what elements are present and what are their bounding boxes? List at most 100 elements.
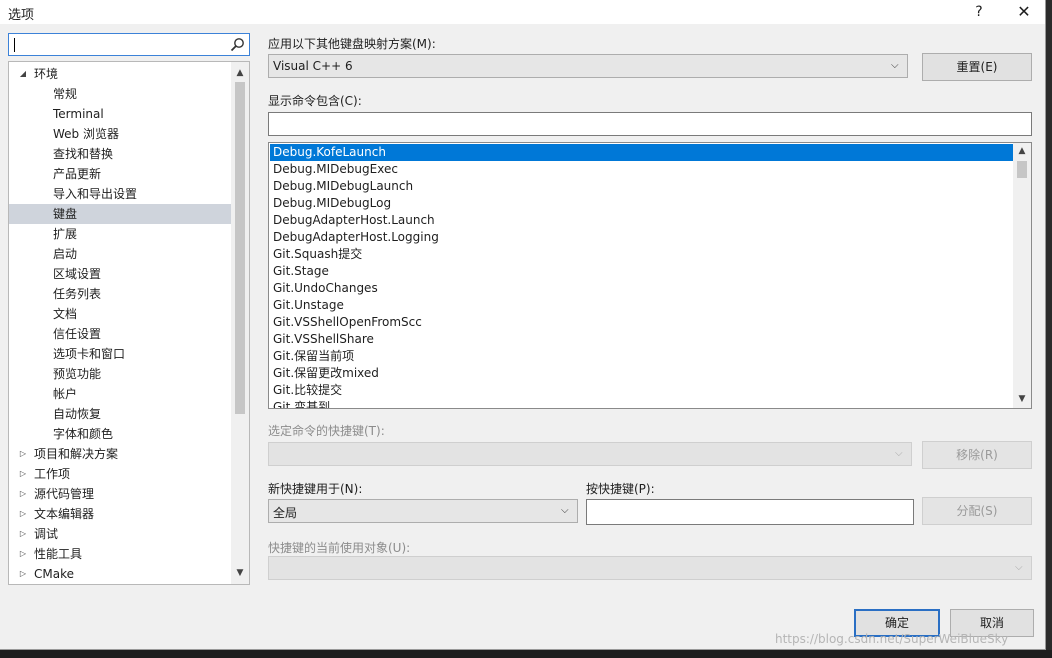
command-list-item[interactable]: Debug.KofeLaunch	[270, 144, 1013, 161]
new-shortcut-scope-value: 全局	[273, 506, 298, 520]
tree-item-label: 帐户	[53, 387, 78, 401]
chevron-down-icon: ⌵	[561, 505, 569, 516]
collapsed-arrow-icon[interactable]: ▷	[17, 524, 29, 544]
collapsed-arrow-icon[interactable]: ▷	[17, 464, 29, 484]
tree-item[interactable]: Terminal	[9, 104, 231, 124]
tree-item-label: 区域设置	[53, 267, 102, 281]
tree-item[interactable]: ▷ 性能工具	[9, 544, 231, 564]
background-editor-strip	[0, 650, 1052, 658]
options-dialog: 选项 ? ✕ ◢ 环境 常规 Terminal Web 浏览器 查找和替换 产品更新 导入和导…	[0, 0, 1046, 650]
tree-item[interactable]: 选项卡和窗口	[9, 344, 231, 364]
new-shortcut-scope-select[interactable]: 全局 ⌵	[268, 499, 578, 523]
tree-item[interactable]: 启动	[9, 244, 231, 264]
scroll-down-icon[interactable]: ▼	[231, 564, 249, 582]
command-list-item[interactable]: DebugAdapterHost.Launch	[270, 212, 1013, 229]
tree-item-label: 常规	[53, 87, 78, 101]
options-tree[interactable]: ◢ 环境常规 Terminal Web 浏览器查找和替换产品更新 导入和导出设置 键盘扩展…	[8, 61, 250, 585]
tree-item[interactable]: ▷ 文本编辑器	[9, 504, 231, 524]
collapsed-arrow-icon[interactable]: ▷	[17, 544, 29, 564]
command-list-item[interactable]: Debug.MIDebugLaunch	[270, 178, 1013, 195]
press-shortcut-label: 按快捷键(P):	[586, 482, 655, 496]
tree-item[interactable]: ▷ CMake	[9, 564, 231, 584]
tree-item[interactable]: ▷ 源代码管理	[9, 484, 231, 504]
command-list-item[interactable]: DebugAdapterHost.Logging	[270, 229, 1013, 246]
assign-button[interactable]: 分配(S)	[922, 497, 1032, 525]
scroll-down-icon[interactable]: ▼	[1013, 391, 1031, 408]
collapsed-arrow-icon[interactable]: ▷	[17, 564, 29, 584]
command-list-item[interactable]: Git.变基到	[270, 399, 1013, 408]
tree-item-label: 任务列表	[53, 287, 102, 301]
options-search-input[interactable]	[8, 33, 250, 56]
collapsed-arrow-icon[interactable]: ▷	[17, 484, 29, 504]
show-commands-input[interactable]	[268, 112, 1032, 136]
tree-item[interactable]: ▷ 工作项	[9, 464, 231, 484]
command-list-item[interactable]: Git.VSShellShare	[270, 331, 1013, 348]
remove-button[interactable]: 移除(R)	[922, 441, 1032, 469]
command-list[interactable]: Debug.KofeLaunch Debug.MIDebugExec Debug.M…	[268, 142, 1032, 409]
tree-item-label: 文档	[53, 307, 78, 321]
tree-item-label: 查找和替换	[53, 147, 114, 161]
help-button[interactable]: ?	[965, 2, 993, 22]
tree-item[interactable]: 键盘	[9, 204, 231, 224]
chevron-down-icon: ⌵	[891, 60, 899, 71]
command-list-scrollbar[interactable]: ▲ ▼	[1013, 143, 1031, 408]
mapping-scheme-select[interactable]: Visual C++ 6 ⌵	[268, 54, 908, 78]
tree-item[interactable]: 查找和替换	[9, 144, 231, 164]
tree-item[interactable]: 产品更新	[9, 164, 231, 184]
command-list-item[interactable]: Debug.MIDebugExec	[270, 161, 1013, 178]
command-list-item[interactable]: Debug.MIDebugLog	[270, 195, 1013, 212]
command-scroll-thumb[interactable]	[1017, 161, 1027, 178]
command-list-item[interactable]: Git.比较提交	[270, 382, 1013, 399]
tree-item-label: CMake	[34, 567, 74, 581]
tree-item[interactable]: 字体和颜色	[9, 424, 231, 444]
collapsed-arrow-icon[interactable]: ▷	[17, 444, 29, 464]
tree-item-label: 项目和解决方案	[34, 447, 119, 461]
tree-item[interactable]: 区域设置	[9, 264, 231, 284]
tree-item-label: 调试	[34, 527, 59, 541]
command-list-item[interactable]: Git.Stage	[270, 263, 1013, 280]
command-list-item[interactable]: Git.Squash提交	[270, 246, 1013, 263]
tree-scrollbar[interactable]: ▲ ▼	[231, 62, 249, 584]
tree-item-label: 自动恢复	[53, 407, 102, 421]
tree-item[interactable]: 自动恢复	[9, 404, 231, 424]
tree-scroll-thumb[interactable]	[235, 82, 245, 414]
tree-item[interactable]: Web 浏览器	[9, 124, 231, 144]
scroll-up-icon[interactable]: ▲	[231, 64, 249, 82]
tree-item[interactable]: 信任设置	[9, 324, 231, 344]
tree-item-label: 字体和颜色	[53, 427, 114, 441]
tree-item-label: 预览功能	[53, 367, 102, 381]
selected-command-shortcuts-select[interactable]: ⌵	[268, 442, 912, 466]
mapping-scheme-value: Visual C++ 6	[273, 59, 353, 73]
tree-item-label: 性能工具	[34, 547, 83, 561]
tree-item[interactable]: ▷ 调试	[9, 524, 231, 544]
tree-item-label: 选项卡和窗口	[53, 347, 126, 361]
show-commands-label: 显示命令包含(C):	[268, 94, 362, 108]
press-shortcut-input[interactable]	[586, 499, 914, 525]
tree-item[interactable]: ◢ 环境	[9, 64, 231, 84]
tree-item[interactable]: 文档	[9, 304, 231, 324]
selected-command-shortcuts-label: 选定命令的快捷键(T):	[268, 424, 385, 438]
command-list-item[interactable]: Git.UndoChanges	[270, 280, 1013, 297]
tree-item[interactable]: 扩展	[9, 224, 231, 244]
reset-button[interactable]: 重置(E)	[922, 53, 1032, 81]
tree-item[interactable]: 任务列表	[9, 284, 231, 304]
tree-item[interactable]: 预览功能	[9, 364, 231, 384]
command-list-item[interactable]: Git.保留更改mixed	[270, 365, 1013, 382]
command-list-item[interactable]: Git.VSShellOpenFromScc	[270, 314, 1013, 331]
shortcut-used-by-select[interactable]: ⌵	[268, 556, 1032, 580]
scroll-up-icon[interactable]: ▲	[1013, 143, 1031, 160]
text-caret	[14, 38, 15, 52]
tree-item-label: 扩展	[53, 227, 78, 241]
tree-item-label: 启动	[53, 247, 78, 261]
command-list-item[interactable]: Git.保留当前项	[270, 348, 1013, 365]
tree-item[interactable]: 常规	[9, 84, 231, 104]
tree-item-label: 工作项	[34, 467, 71, 481]
tree-item[interactable]: 帐户	[9, 384, 231, 404]
search-icon[interactable]	[230, 37, 245, 52]
close-button[interactable]: ✕	[1009, 2, 1039, 22]
tree-item[interactable]: 导入和导出设置	[9, 184, 231, 204]
tree-item[interactable]: ▷ 项目和解决方案	[9, 444, 231, 464]
command-list-item[interactable]: Git.Unstage	[270, 297, 1013, 314]
collapsed-arrow-icon[interactable]: ▷	[17, 504, 29, 524]
expanded-arrow-icon[interactable]: ◢	[17, 64, 29, 84]
